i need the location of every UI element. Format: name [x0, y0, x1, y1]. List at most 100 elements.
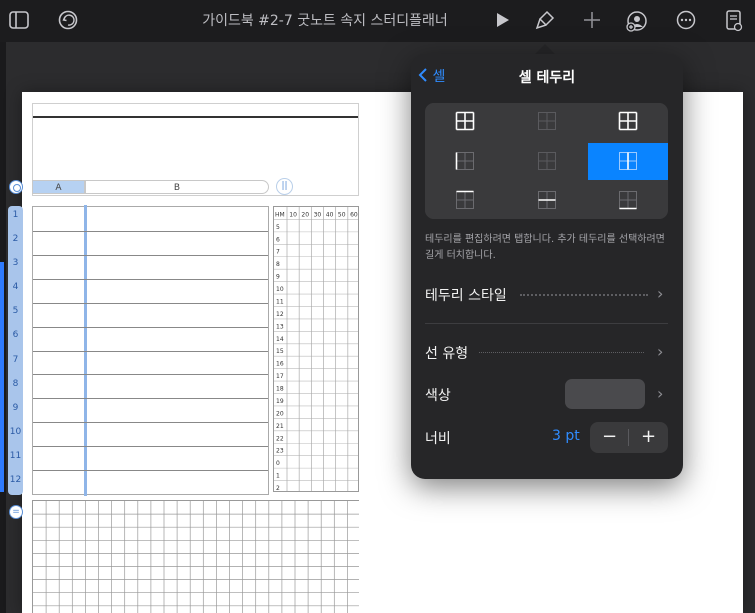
hour-label: 7	[276, 249, 280, 256]
inside-borders-option[interactable]	[506, 103, 587, 140]
add-icon[interactable]	[580, 9, 604, 33]
hour-label: 10	[276, 286, 284, 293]
outside-borders-option[interactable]	[588, 103, 668, 140]
no-border-icon	[537, 151, 556, 170]
row-header-5[interactable]: 5	[8, 306, 23, 316]
table-options-handle[interactable]: =	[9, 505, 23, 519]
hour-label: 16	[276, 361, 284, 368]
border-selector	[425, 103, 668, 219]
hour-label: 11	[276, 298, 284, 305]
hour-label: 18	[276, 386, 284, 393]
document-options-icon[interactable]	[722, 9, 746, 33]
table-row-line	[33, 374, 268, 376]
bottom-border-option[interactable]	[588, 182, 668, 219]
row-headers[interactable]: 1 2 3 4 5 6 7 8 9 10 11 12	[8, 206, 23, 495]
inside-borders-icon	[537, 112, 556, 130]
left-border-option[interactable]	[425, 142, 506, 180]
chevron-right-icon[interactable]: ›	[657, 342, 663, 361]
table-row-line	[33, 302, 268, 304]
all-borders-icon	[455, 111, 475, 131]
width-label: 너비	[425, 431, 451, 447]
top-border-icon	[456, 190, 474, 209]
hour-label: 23	[276, 448, 284, 455]
border-style-label[interactable]: 테두리 스타일	[425, 285, 507, 305]
row-header-1[interactable]: 1	[8, 210, 23, 220]
popover-title: 셀 테두리	[518, 70, 576, 86]
width-increase-button[interactable]: +	[629, 422, 668, 453]
table-row-line	[33, 326, 268, 328]
table-row-line	[33, 254, 268, 256]
width-decrease-button[interactable]: −	[590, 422, 629, 453]
undo-icon[interactable]	[56, 9, 80, 33]
horizontal-border-option[interactable]	[506, 182, 587, 219]
row-header-9[interactable]: 9	[8, 403, 23, 413]
hour-label: 2	[276, 485, 280, 492]
line-type-label[interactable]: 선 유형	[425, 343, 468, 363]
row-header-12[interactable]: 12	[8, 475, 23, 485]
hour-label: 9	[276, 274, 280, 281]
column-header-b[interactable]: B	[85, 180, 269, 194]
row-header-10[interactable]: 10	[8, 427, 23, 437]
table-row-line	[33, 446, 268, 448]
time-header-cell: HM	[275, 211, 285, 218]
color-label: 색상	[425, 388, 451, 404]
back-button-label: 셀	[432, 69, 446, 85]
color-well[interactable]	[565, 379, 645, 409]
row-header-8[interactable]: 8	[8, 379, 23, 389]
sidebar-icon[interactable]	[7, 9, 31, 33]
top-toolbar: 가이드북 #2-7 굿노트 속지 스터디플래너	[0, 0, 755, 42]
width-stepper: − +	[590, 422, 668, 453]
top-border-option[interactable]	[425, 182, 506, 219]
table-row-line	[33, 278, 268, 280]
grid-table[interactable]	[32, 500, 359, 613]
border-style-preview	[520, 294, 648, 296]
collaborate-icon[interactable]	[625, 9, 649, 33]
chevron-right-icon[interactable]: ›	[657, 384, 663, 403]
play-icon[interactable]	[490, 9, 514, 33]
hour-label: 22	[276, 435, 284, 442]
row-header-6[interactable]: 6	[8, 330, 23, 340]
hour-label: 1	[276, 473, 280, 480]
row-header-3[interactable]: 3	[8, 258, 23, 268]
table-row-line	[33, 470, 268, 472]
hour-label: 17	[276, 373, 284, 380]
hour-label: 0	[276, 460, 280, 467]
hour-label: 6	[276, 236, 280, 243]
hour-label: 19	[276, 398, 284, 405]
hour-label: 13	[276, 323, 284, 330]
hour-label: 8	[276, 261, 280, 268]
hour-label: 15	[276, 348, 284, 355]
hour-label: 14	[276, 336, 284, 343]
width-value: 3 pt	[552, 428, 580, 444]
time-table[interactable]: HM 10 20 30 40 50 6056789101112131415161718192…	[273, 206, 359, 492]
row-header-7[interactable]: 7	[8, 355, 23, 365]
hour-label: 12	[276, 311, 284, 318]
table-select-handle[interactable]	[9, 180, 23, 194]
hour-label: 21	[276, 423, 284, 430]
time-header-cell: 60	[350, 211, 358, 218]
format-brush-icon[interactable]	[533, 9, 557, 33]
time-header-cell: 30	[314, 211, 322, 218]
column-header-a[interactable]: A	[32, 180, 85, 194]
row-header-11[interactable]: 11	[8, 451, 23, 461]
back-button[interactable]: 셀	[418, 66, 445, 88]
popover-arrow	[535, 44, 555, 54]
all-borders-option[interactable]	[425, 103, 506, 140]
time-header-cell: 20	[301, 211, 309, 218]
row-header-4[interactable]: 4	[8, 282, 23, 292]
planner-table[interactable]	[32, 205, 269, 496]
outside-borders-icon	[618, 111, 638, 131]
selection-edge-indicator	[0, 262, 4, 492]
column-resize-handle[interactable]: ||	[276, 178, 293, 195]
row-header-2[interactable]: 2	[8, 234, 23, 244]
time-header-cell: 50	[338, 211, 346, 218]
time-header-cell: 10	[289, 211, 297, 218]
vertical-border-icon	[619, 151, 637, 170]
chevron-right-icon[interactable]: ›	[657, 284, 663, 303]
table-row-line	[33, 230, 268, 232]
vertical-border-option[interactable]	[588, 142, 668, 180]
no-border-option[interactable]	[506, 142, 587, 180]
more-icon[interactable]	[674, 9, 698, 33]
line-type-preview	[479, 352, 644, 353]
hour-label: 5	[276, 224, 280, 231]
